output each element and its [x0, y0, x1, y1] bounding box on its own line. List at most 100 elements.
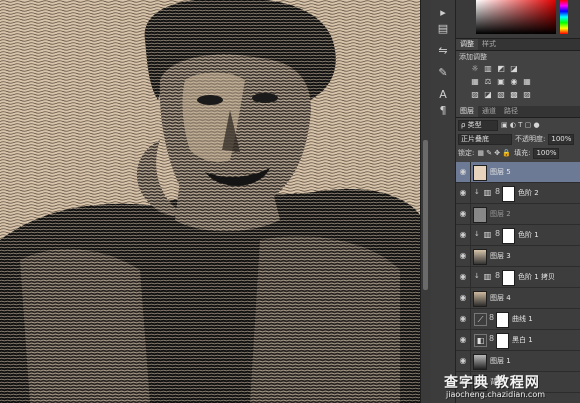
threshold-icon[interactable]: ▧: [496, 90, 506, 99]
link-chain-icon[interactable]: 8: [489, 313, 494, 322]
visibility-eye-icon[interactable]: ◉: [458, 293, 468, 303]
levels-adjustment-icon: ▥: [483, 188, 492, 197]
brightness-icon[interactable]: ☼: [470, 64, 480, 73]
visibility-eye-icon[interactable]: ◉: [458, 230, 468, 240]
layer-row[interactable]: ◉ 图层 2: [456, 204, 580, 225]
layer-name[interactable]: 黑白 1: [512, 335, 533, 345]
vibrance-icon[interactable]: ▦: [470, 77, 480, 86]
visibility-eye-icon[interactable]: ◉: [458, 356, 468, 366]
layer-mask-thumbnail[interactable]: [496, 333, 509, 349]
adjust-icon[interactable]: ✎: [435, 66, 451, 80]
tab-styles[interactable]: 样式: [478, 39, 500, 50]
lock-icons[interactable]: ▦ ✎ ✥ 🔒: [477, 148, 511, 159]
fill-input[interactable]: 100%: [533, 148, 560, 159]
blend-mode-select[interactable]: 正片叠底: [458, 134, 512, 145]
layer-name[interactable]: 色阶 2: [518, 188, 539, 198]
color-balance-icon[interactable]: ⚖: [483, 77, 493, 86]
tab-paths[interactable]: 路径: [500, 106, 522, 117]
layer-name[interactable]: 色阶 1: [518, 230, 539, 240]
transform-icon[interactable]: ▤: [435, 22, 451, 36]
tab-channels[interactable]: 通道: [478, 106, 500, 117]
layers-list: ◉ 图层 5 ◉ ↓ ▥ 8 色阶 2 ◉ 图层 2 ◉ ↓ ▥ 8 色阶 1: [456, 162, 580, 403]
posterize-icon[interactable]: ◪: [483, 90, 493, 99]
exposure-icon[interactable]: ◪: [509, 64, 519, 73]
layer-row[interactable]: ◉ ↓ ▥ 8 色阶 1: [456, 225, 580, 246]
layer-name[interactable]: 图层 2: [490, 209, 511, 219]
layer-thumbnail: [473, 165, 487, 181]
scrollbar-thumb[interactable]: [423, 140, 428, 290]
black-white-icon[interactable]: ▣: [496, 77, 506, 86]
black-white-adjustment-icon: ◧: [474, 334, 487, 347]
link-chain-icon[interactable]: 8: [489, 334, 494, 343]
layer-name[interactable]: 图层 1: [490, 356, 511, 366]
layer-row[interactable]: ◉ 图层 1: [456, 351, 580, 372]
layer-mask-thumbnail[interactable]: [502, 228, 515, 244]
filter-icons[interactable]: ▣ ◐ T ▢ ●: [501, 120, 540, 131]
layer-row[interactable]: ◉ 图层 5: [456, 162, 580, 183]
visibility-eye-icon[interactable]: ◉: [458, 167, 468, 177]
visibility-eye-icon[interactable]: ◉: [458, 377, 468, 387]
layer-controls: ρ 类型 ▣ ◐ T ▢ ● 正片叠底 不透明度: 100% 锁定: ▦ ✎ ✥…: [456, 119, 580, 161]
layer-row[interactable]: ◉ 图层 4: [456, 288, 580, 309]
blend-row: 正片叠底 不透明度: 100%: [458, 134, 575, 145]
layer-row[interactable]: ◉ ↓ ▥ 8 色阶 1 拷贝: [456, 267, 580, 288]
layer-row[interactable]: ◉ 图层 3: [456, 246, 580, 267]
layer-filter-select[interactable]: ρ 类型: [458, 120, 498, 131]
layer-thumbnail: [473, 207, 487, 223]
invert-icon[interactable]: ▨: [470, 90, 480, 99]
visibility-eye-icon[interactable]: ◉: [458, 188, 468, 198]
lock-label: 锁定:: [458, 149, 475, 157]
adjustments-row-2: ▦ ⚖ ▣ ◉ ▦: [470, 77, 532, 87]
layers-stack-icon[interactable]: ⇋: [435, 44, 451, 58]
curves-icon[interactable]: ◩: [496, 64, 506, 73]
tab-layers[interactable]: 图层: [456, 106, 478, 117]
gradient-map-icon[interactable]: ▩: [509, 90, 519, 99]
layer-name[interactable]: 图层 5: [490, 167, 511, 177]
move-icon[interactable]: ▸: [435, 6, 451, 20]
visibility-eye-icon[interactable]: ◉: [458, 314, 468, 324]
photo-filter-icon[interactable]: ◉: [509, 77, 519, 86]
hue-slider[interactable]: [560, 0, 568, 34]
layers-tabbar: 图层 通道 路径: [456, 106, 580, 118]
visibility-eye-icon[interactable]: ◉: [458, 251, 468, 261]
selective-color-icon[interactable]: ▨: [522, 90, 532, 99]
link-chain-icon[interactable]: 8: [495, 271, 500, 280]
clip-arrow-icon: ↓: [474, 188, 480, 196]
layer-row[interactable]: ◉ ◧ 8 黑白 1: [456, 330, 580, 351]
visibility-eye-icon[interactable]: ◉: [458, 335, 468, 345]
adjustments-title: 添加调整: [459, 53, 487, 61]
paragraph-icon[interactable]: ¶: [435, 104, 451, 118]
curves-adjustment-icon: ⟋: [474, 313, 487, 326]
adjustments-row-1: ☼ ▥ ◩ ◪: [470, 64, 519, 74]
layer-row[interactable]: ◉ ⟋ 8 曲线 1: [456, 309, 580, 330]
text-icon[interactable]: A: [435, 88, 451, 102]
color-field[interactable]: [476, 0, 556, 34]
channel-mixer-icon[interactable]: ▦: [522, 77, 532, 86]
link-chain-icon[interactable]: 8: [495, 229, 500, 238]
color-picker[interactable]: [456, 0, 580, 39]
levels-icon[interactable]: ▥: [483, 64, 493, 73]
layer-name[interactable]: 背景: [490, 377, 504, 387]
visibility-eye-icon[interactable]: ◉: [458, 272, 468, 282]
layer-name[interactable]: 色阶 1 拷贝: [518, 272, 555, 282]
layer-mask-thumbnail[interactable]: [502, 270, 515, 286]
layer-name[interactable]: 图层 4: [490, 293, 511, 303]
lock-row: 锁定: ▦ ✎ ✥ 🔒 填充: 100%: [458, 148, 560, 159]
halftone-portrait-image: [0, 0, 420, 403]
layer-thumbnail: [473, 354, 487, 370]
vertical-scrollbar[interactable]: [420, 0, 431, 403]
tab-adjustments[interactable]: 调整: [456, 39, 478, 50]
layer-mask-thumbnail[interactable]: [496, 312, 509, 328]
right-panels: 调整 样式 添加调整 ☼ ▥ ◩ ◪ ▦ ⚖ ▣ ◉ ▦ ▨ ◪ ▧ ▩ ▨ 图层…: [456, 0, 580, 403]
layer-row[interactable]: ◉ 背景: [456, 372, 580, 393]
document-canvas[interactable]: [0, 0, 420, 403]
layer-name[interactable]: 曲线 1: [512, 314, 533, 324]
opacity-input[interactable]: 100%: [548, 134, 575, 145]
visibility-eye-icon[interactable]: ◉: [458, 209, 468, 219]
layer-thumbnail: [473, 375, 487, 391]
layer-row[interactable]: ◉ ↓ ▥ 8 色阶 2: [456, 183, 580, 204]
opacity-label: 不透明度:: [515, 135, 546, 143]
layer-name[interactable]: 图层 3: [490, 251, 511, 261]
layer-mask-thumbnail[interactable]: [502, 186, 515, 202]
link-chain-icon[interactable]: 8: [495, 187, 500, 196]
